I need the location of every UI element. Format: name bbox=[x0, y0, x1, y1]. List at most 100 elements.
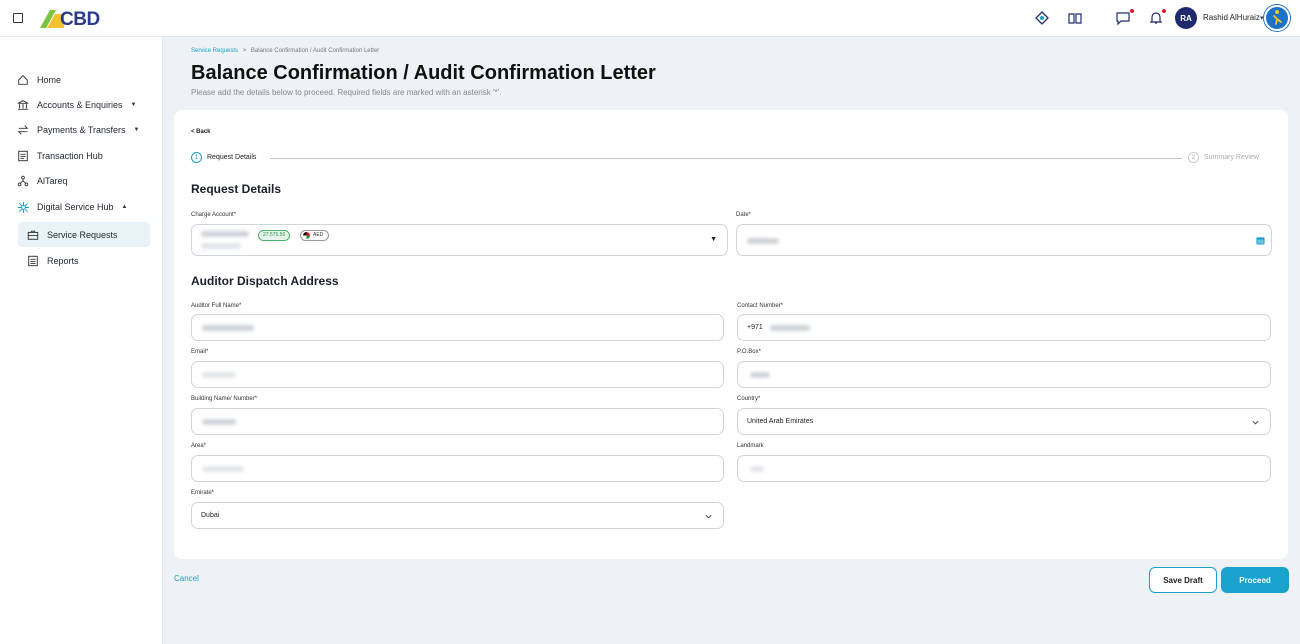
masked-value bbox=[202, 419, 236, 425]
user-name[interactable]: Rashid AlHuraiz bbox=[1203, 13, 1260, 22]
chevron-down-icon: ▼ bbox=[130, 102, 137, 108]
page-subtitle: Please add the details below to proceed.… bbox=[191, 88, 502, 97]
briefcase-icon bbox=[26, 228, 40, 242]
sidebar-item-transaction-hub[interactable]: Transaction Hub bbox=[16, 144, 152, 168]
charge-account-label: Charge Account* bbox=[191, 212, 237, 218]
guide-book-icon[interactable] bbox=[1067, 10, 1083, 26]
masked-value bbox=[202, 466, 244, 472]
step-label: Summary Review bbox=[1204, 154, 1259, 161]
emirate-select[interactable]: Dubai bbox=[191, 502, 724, 529]
sidebar-item-label: Reports bbox=[47, 255, 79, 266]
chevron-up-icon: ▲ bbox=[121, 204, 128, 210]
area-label: Area* bbox=[191, 443, 207, 449]
currency-badge: AED bbox=[300, 230, 330, 241]
breadcrumb: Service Requests > Balance Confirmation … bbox=[191, 48, 379, 54]
bank-icon bbox=[16, 98, 30, 112]
user-menu-chevron-icon[interactable]: ▾ bbox=[1260, 14, 1264, 22]
step-number: 2 bbox=[1188, 152, 1199, 163]
sidebar-item-label: Home bbox=[37, 75, 62, 85]
auditor-full-name-label: Auditor Full Name* bbox=[191, 303, 242, 309]
accessibility-icon[interactable] bbox=[1264, 5, 1290, 31]
masked-value bbox=[750, 372, 770, 378]
sidebar-item-digital-service-hub[interactable]: Digital Service Hub ▲ bbox=[16, 195, 152, 219]
avatar[interactable]: RA bbox=[1175, 7, 1197, 29]
breadcrumb-separator: > bbox=[242, 48, 247, 54]
account-name-masked bbox=[201, 243, 241, 249]
uae-flag-icon bbox=[303, 232, 310, 239]
landmark-label: Landmark bbox=[737, 443, 764, 449]
sidebar: Home Accounts & Enquiries ▼ Payments & T… bbox=[0, 37, 163, 644]
building-input[interactable] bbox=[191, 408, 724, 435]
sidebar-item-label: Payments & Transfers bbox=[37, 125, 126, 135]
currency-code: AED bbox=[313, 232, 324, 238]
network-nodes-icon bbox=[16, 174, 30, 188]
home-icon bbox=[16, 73, 30, 87]
page-title: Balance Confirmation / Audit Confirmatio… bbox=[191, 62, 656, 84]
emirate-label: Emirate* bbox=[191, 490, 215, 496]
logo-text: CBD bbox=[60, 9, 100, 30]
sidebar-item-accounts[interactable]: Accounts & Enquiries ▼ bbox=[16, 93, 152, 117]
back-link[interactable]: < Back bbox=[191, 129, 211, 135]
contact-number-input[interactable]: +971 bbox=[737, 314, 1271, 341]
country-value: United Arab Emirates bbox=[747, 418, 814, 425]
sidebar-item-home[interactable]: Home bbox=[16, 68, 152, 92]
chevron-down-icon: ▼ bbox=[133, 127, 140, 133]
cancel-link[interactable]: Cancel bbox=[174, 574, 199, 583]
sidebar-item-label: AlTareq bbox=[37, 176, 68, 186]
calendar-icon[interactable] bbox=[1256, 236, 1265, 245]
chevron-down-icon bbox=[705, 514, 712, 519]
step-label: Request Details bbox=[207, 154, 257, 161]
breadcrumb-current: Balance Confirmation / Audit Confirmatio… bbox=[250, 48, 380, 54]
sidebar-item-reports[interactable]: Reports bbox=[18, 248, 150, 273]
section-title-request-details: Request Details bbox=[191, 182, 282, 196]
notification-badge bbox=[1162, 9, 1166, 13]
cbd-logo[interactable]: CBD bbox=[40, 6, 104, 30]
date-label: Date* bbox=[736, 212, 752, 218]
email-input[interactable] bbox=[191, 361, 724, 388]
country-label: Country* bbox=[737, 396, 761, 402]
po-box-input[interactable] bbox=[737, 361, 1271, 388]
breadcrumb-link-service-requests[interactable]: Service Requests bbox=[191, 48, 238, 54]
top-bar: CBD RA Rashid AlHuraiz ▾ bbox=[0, 0, 1300, 37]
report-icon bbox=[26, 254, 40, 268]
auditor-full-name-input[interactable] bbox=[191, 314, 724, 341]
masked-value bbox=[202, 325, 254, 331]
sidebar-item-altareq[interactable]: AlTareq bbox=[16, 169, 152, 193]
service-hub-icon bbox=[16, 200, 30, 214]
contact-number-label: Contact Number* bbox=[737, 303, 784, 309]
transfer-arrows-icon bbox=[16, 123, 30, 137]
stepper-line bbox=[270, 158, 1182, 159]
email-label: Email* bbox=[191, 349, 209, 355]
section-title-auditor-dispatch: Auditor Dispatch Address bbox=[191, 274, 339, 288]
masked-value bbox=[770, 325, 810, 331]
sidebar-toggle-icon[interactable] bbox=[13, 13, 23, 23]
rewards-tag-icon[interactable] bbox=[1034, 10, 1050, 26]
chevron-down-icon bbox=[1252, 420, 1259, 425]
sidebar-item-label: Digital Service Hub bbox=[37, 202, 114, 212]
balance-badge: 27,575.56 bbox=[258, 230, 291, 241]
charge-account-select[interactable]: 27,575.56 AED ▼ bbox=[191, 224, 728, 256]
country-code-prefix: +971 bbox=[747, 324, 763, 331]
sidebar-item-payments[interactable]: Payments & Transfers ▼ bbox=[16, 118, 152, 142]
po-box-label: P.O.Box* bbox=[737, 349, 761, 355]
country-select[interactable]: United Arab Emirates bbox=[737, 408, 1271, 435]
date-field[interactable] bbox=[736, 224, 1272, 256]
step-number: 1 bbox=[191, 152, 202, 163]
step-request-details: 1 Request Details bbox=[191, 152, 256, 163]
sidebar-item-label: Accounts & Enquiries bbox=[37, 100, 123, 110]
document-list-icon bbox=[16, 149, 30, 163]
sidebar-item-label: Service Requests bbox=[47, 229, 118, 240]
landmark-input[interactable] bbox=[737, 455, 1271, 482]
area-input[interactable] bbox=[191, 455, 724, 482]
save-draft-button[interactable]: Save Draft bbox=[1149, 567, 1217, 593]
sidebar-item-service-requests[interactable]: Service Requests bbox=[18, 222, 150, 247]
account-number-masked bbox=[201, 231, 249, 237]
messages-badge bbox=[1130, 9, 1134, 13]
emirate-value: Dubai bbox=[201, 512, 220, 519]
messages-icon[interactable] bbox=[1115, 10, 1131, 26]
masked-value bbox=[202, 372, 236, 378]
sidebar-item-label: Transaction Hub bbox=[37, 151, 103, 161]
date-value-masked bbox=[747, 238, 779, 244]
building-label: Building Name/ Number* bbox=[191, 396, 258, 402]
proceed-button[interactable]: Proceed bbox=[1221, 567, 1289, 593]
